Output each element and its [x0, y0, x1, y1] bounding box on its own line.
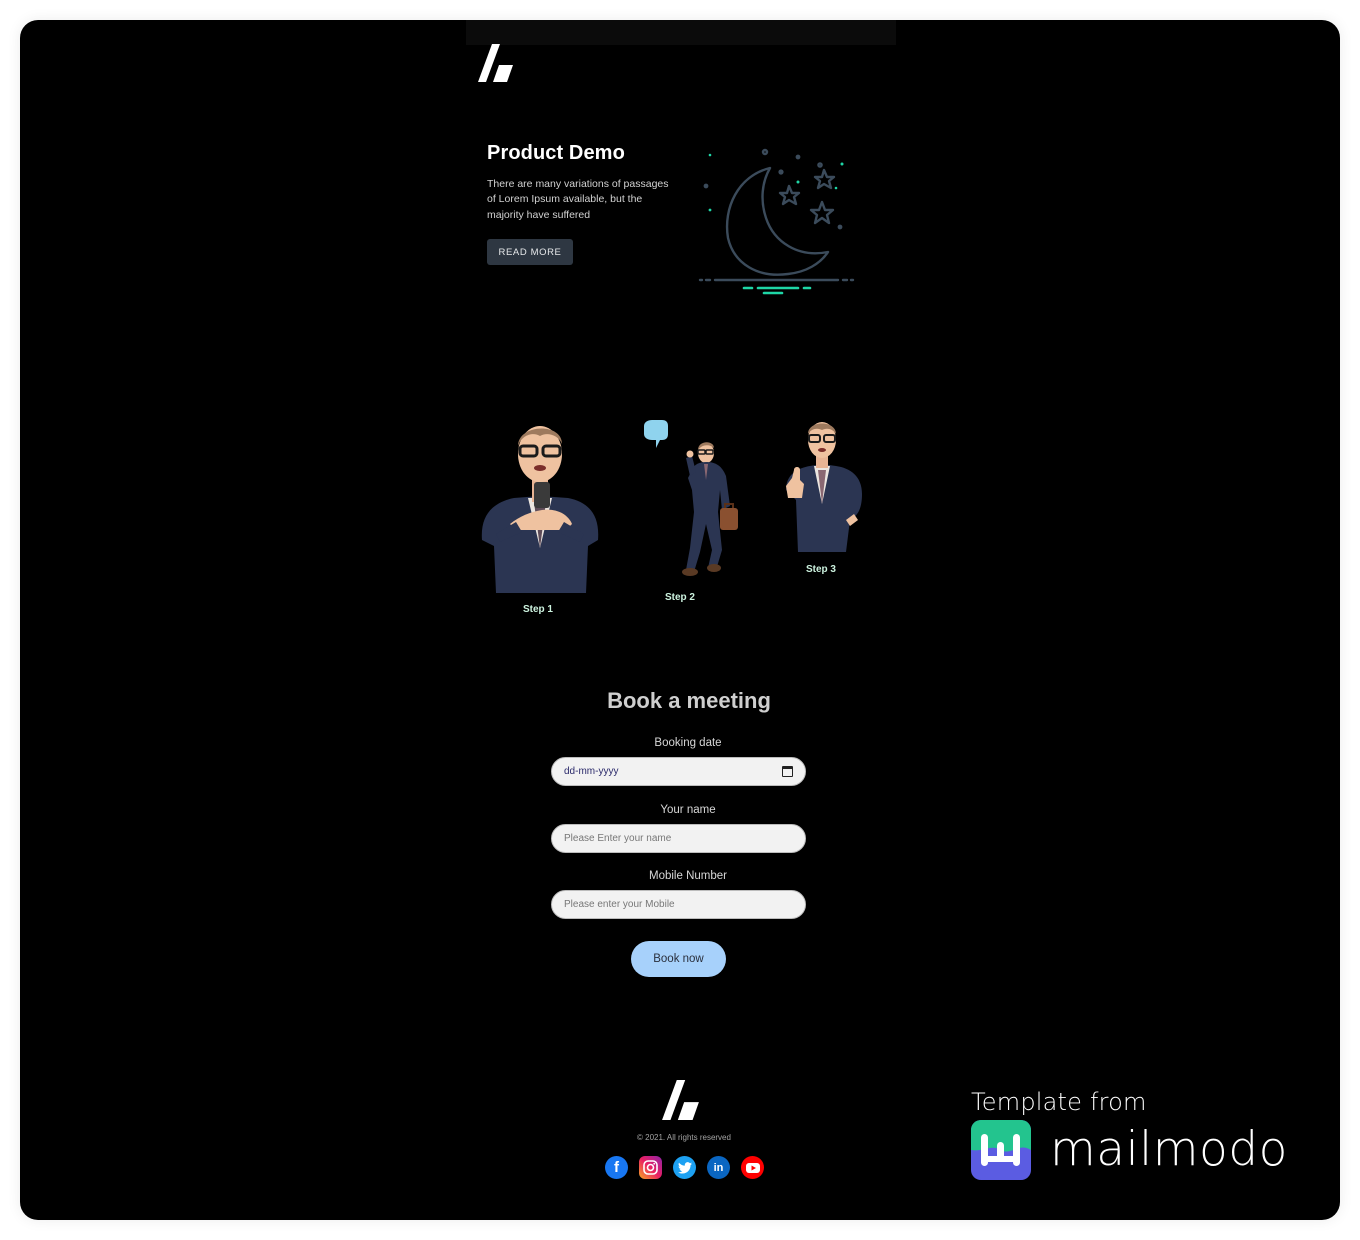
preheader-strip — [466, 20, 896, 45]
email-preview-frame: Product Demo There are many variations o… — [20, 20, 1340, 1220]
copyright-text: © 2021. All rights reserved — [637, 1133, 731, 1142]
mailmodo-wordmark: mailmodo — [1050, 1122, 1288, 1177]
step-1-label: Step 1 — [522, 604, 553, 615]
template-from-label: Template from — [971, 1088, 1147, 1116]
youtube-icon[interactable] — [741, 1156, 764, 1179]
mobile-number-input[interactable]: Please enter your Mobile — [551, 890, 806, 919]
booking-date-label: Booking date — [654, 737, 722, 749]
facebook-icon[interactable]: f — [605, 1156, 628, 1179]
step-3-illustration — [776, 420, 868, 552]
moon-stars-illustration — [698, 146, 858, 298]
step-2-illustration — [642, 420, 742, 578]
linkedin-icon[interactable]: in — [707, 1156, 730, 1179]
your-name-input[interactable]: Please Enter your name — [551, 824, 806, 853]
step-3-label: Step 3 — [805, 564, 836, 575]
mailmodo-logo-icon — [971, 1120, 1031, 1180]
social-links: f in — [605, 1156, 764, 1179]
booking-date-input[interactable]: dd-mm-yyyy — [551, 757, 806, 786]
mobile-number-placeholder: Please enter your Mobile — [564, 899, 675, 910]
booking-title: Book a meeting — [607, 688, 771, 713]
step-2-label: Step 2 — [664, 592, 695, 603]
brand-logo[interactable] — [478, 44, 514, 82]
your-name-placeholder: Please Enter your name — [564, 833, 672, 844]
booking-date-placeholder: dd-mm-yyyy — [564, 766, 619, 777]
step-1-illustration — [476, 418, 606, 593]
twitter-icon[interactable] — [673, 1156, 696, 1179]
email-body: Product Demo There are many variations o… — [466, 20, 896, 1220]
hero-title: Product Demo — [487, 142, 625, 164]
book-now-button[interactable]: Book now — [631, 941, 726, 977]
read-more-button[interactable]: READ MORE — [487, 239, 573, 265]
your-name-label: Your name — [660, 804, 716, 816]
calendar-icon[interactable] — [782, 766, 793, 777]
mobile-number-label: Mobile Number — [649, 870, 727, 882]
instagram-icon[interactable] — [639, 1156, 662, 1179]
footer-brand-logo[interactable] — [661, 1080, 701, 1120]
hero-description: There are many variations of passages of… — [487, 178, 669, 221]
